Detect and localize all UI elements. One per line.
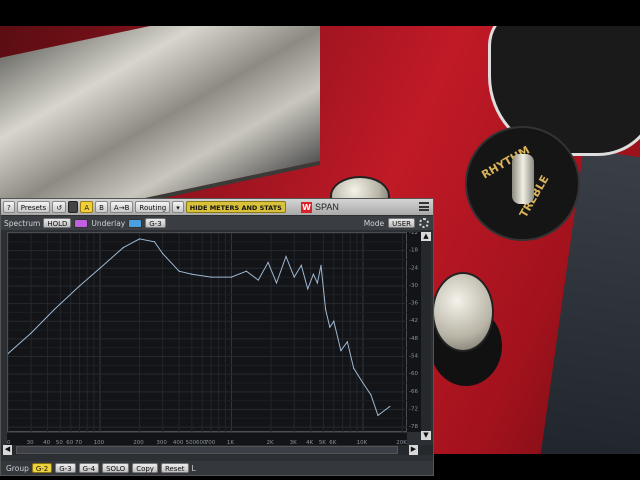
spectrum-data-point: [30, 332, 32, 334]
routing-button[interactable]: Routing: [135, 201, 171, 213]
spectrum-data-point: [329, 326, 331, 328]
y-axis-svg: -12 -18 -24 -30 -36 -42 -48 -54 -60 -66 -72 -78: [409, 230, 418, 430]
toggle-switch-tip: [512, 154, 534, 204]
y-tick-label: -12: [409, 232, 418, 236]
spectrum-data-point: [333, 320, 335, 322]
copy-button[interactable]: Copy: [132, 463, 158, 473]
reset-button[interactable]: Reset: [160, 463, 189, 473]
y-tick-label: -66: [409, 389, 418, 395]
span-plugin-window: ? Presets ↺ A B A→B Routing ▾ HIDE METER…: [0, 198, 434, 476]
spectrum-data-point: [340, 350, 342, 352]
spectrum-data-point: [285, 255, 287, 258]
spectrum-data-point: [99, 267, 101, 269]
gear-icon[interactable]: [419, 218, 429, 228]
spectrum-data-point: [122, 247, 124, 249]
y-tick-label: -30: [409, 283, 418, 289]
hold-color-swatch[interactable]: [74, 218, 89, 228]
spectrum-data-point: [191, 273, 193, 275]
horizontal-scrollbar[interactable]: ◀ ▶: [1, 445, 433, 455]
spectrum-data-point: [257, 279, 259, 281]
a-to-b-button[interactable]: A→B: [109, 201, 134, 213]
vertical-scrollbar[interactable]: ▲ ▼: [421, 232, 431, 440]
spectrum-data-point: [53, 308, 55, 311]
a-button[interactable]: A: [80, 201, 94, 213]
spectrum-data-point: [307, 288, 309, 290]
spectrum-data-point: [377, 414, 379, 416]
spectrum-data-point: [353, 367, 355, 369]
spectrum-data-point: [178, 270, 180, 272]
b-button[interactable]: B: [95, 201, 108, 213]
underlay-label: Underlay: [91, 218, 126, 228]
y-tick-label: -24: [409, 265, 418, 271]
undo-icon[interactable]: ↺: [52, 201, 67, 213]
spectrum-data-point: [275, 282, 278, 284]
spectrum-data-point: [293, 276, 295, 278]
underlay-color-swatch[interactable]: [128, 218, 143, 228]
waves-logo-icon: W: [301, 201, 312, 213]
spectrum-data-point: [230, 276, 233, 278]
spectrum-data-point: [316, 282, 318, 284]
spectrum-data-point: [325, 308, 327, 311]
y-tick-label: -18: [409, 248, 418, 254]
spectrum-data-point: [153, 241, 156, 243]
spectrum-data-point: [389, 405, 391, 408]
spectrum-data-point: [162, 252, 164, 255]
spectrum-controls: Spectrum HOLD Underlay G-3 Mode USER: [1, 216, 433, 230]
y-tick-label: -42: [409, 318, 418, 324]
mode-control: Mode USER: [364, 216, 429, 230]
volume-knob: [432, 272, 494, 352]
group-g4-button[interactable]: G-4: [78, 463, 100, 473]
scroll-right-icon[interactable]: ▶: [409, 445, 418, 455]
horizontal-scroll-thumb[interactable]: [16, 446, 398, 454]
screen: RHYTHM TREBLE ? Presets ↺ A B A→B Routin…: [0, 0, 640, 480]
spectrum-data-point: [362, 382, 364, 384]
y-tick-label: -72: [409, 406, 418, 412]
spectrum-graph[interactable]: [7, 232, 408, 433]
y-tick-label: -48: [409, 336, 418, 342]
spectrum-data-point: [370, 394, 372, 396]
scroll-up-icon[interactable]: ▲: [421, 232, 431, 241]
group-bar: Group G-2 G-3 G-4 SOLO Copy Reset L: [1, 461, 433, 475]
group-g3-button[interactable]: G-3: [55, 463, 76, 473]
y-tick-label: -36: [409, 301, 418, 307]
help-button[interactable]: ?: [3, 201, 15, 213]
spectrum-data-point: [300, 264, 302, 266]
y-tick-label: -60: [409, 371, 418, 377]
underlay-slot-button[interactable]: G-3: [145, 218, 166, 228]
scroll-down-icon[interactable]: ▼: [421, 431, 431, 440]
group-g2-button[interactable]: G-2: [31, 463, 53, 473]
spectrum-data-point: [346, 341, 348, 343]
channel-indicator: L: [191, 463, 196, 473]
spectrum-data-point: [267, 261, 269, 264]
presets-button[interactable]: Presets: [16, 201, 51, 213]
spectrum-series-line: [8, 238, 391, 417]
spectrum-chart-svg: [8, 233, 408, 433]
preset-slot-button[interactable]: [68, 201, 79, 213]
spectrum-label: Spectrum: [4, 218, 41, 228]
mode-label: Mode: [363, 218, 385, 228]
spectrum-data-point: [320, 264, 322, 266]
spectrum-data-point: [245, 270, 248, 272]
y-axis: -12 -18 -24 -30 -36 -42 -48 -54 -60 -66 -72 -78: [407, 230, 421, 432]
x-axis: 2030405060701002003004005006007001K2K3K4…: [4, 433, 407, 446]
plugin-logo: W SPAN: [301, 200, 339, 214]
hold-button[interactable]: HOLD: [43, 218, 72, 228]
plugin-name: SPAN: [315, 202, 339, 212]
mode-select[interactable]: USER: [388, 218, 415, 228]
menu-icon[interactable]: [419, 202, 429, 211]
spectrum-data-point: [78, 285, 81, 287]
y-tick-label: -54: [409, 354, 418, 360]
plugin-toolbar: ? Presets ↺ A B A→B Routing ▾ HIDE METER…: [1, 199, 433, 215]
spectrum-data-point: [312, 273, 315, 275]
group-label: Group: [6, 463, 29, 473]
letterbox-top: [0, 0, 640, 26]
routing-arrow-icon[interactable]: ▾: [172, 201, 184, 213]
y-tick-label: -78: [409, 424, 418, 430]
hide-meters-button[interactable]: HIDE METERS AND STATS: [185, 201, 286, 213]
solo-button[interactable]: SOLO: [102, 463, 130, 473]
scroll-left-icon[interactable]: ◀: [3, 445, 12, 455]
spectrum-data-point: [138, 238, 141, 240]
spectrum-data-point: [210, 276, 212, 278]
